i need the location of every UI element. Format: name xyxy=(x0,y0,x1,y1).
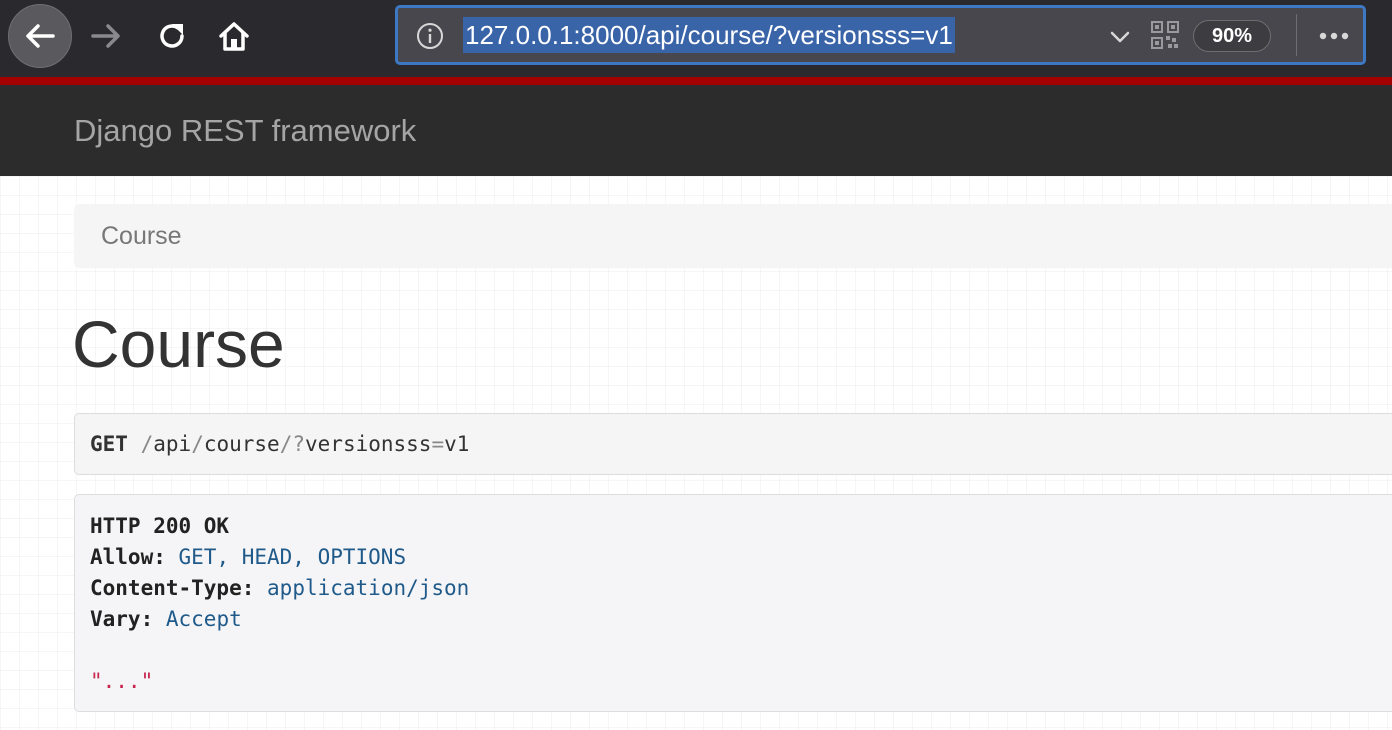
query-value: v1 xyxy=(444,432,470,456)
header-key: Content-Type: xyxy=(90,576,255,600)
header-value: application/json xyxy=(267,576,470,600)
response-info: HTTP 200 OK Allow: GET, HEAD, OPTIONS Co… xyxy=(74,494,1392,712)
more-icon[interactable] xyxy=(1316,23,1352,49)
url-text[interactable]: 127.0.0.1:8000/api/course/?versionsss=v1 xyxy=(463,17,955,53)
request-info: GET /api/course/?versionsss=v1 xyxy=(74,413,1392,475)
back-button[interactable] xyxy=(8,4,72,68)
header-key: Vary: xyxy=(90,607,154,631)
response-body: "..." xyxy=(90,669,154,693)
page-title: Course xyxy=(72,307,285,381)
browser-toolbar: 127.0.0.1:8000/api/course/?versionsss=v1… xyxy=(0,0,1392,74)
urlbar-divider xyxy=(1296,14,1297,56)
qr-code-icon[interactable] xyxy=(1150,20,1180,50)
response-header-row: Vary: Accept xyxy=(90,606,1392,637)
reload-icon xyxy=(160,24,184,48)
forward-arrow-icon xyxy=(91,24,120,48)
query-marker: ? xyxy=(292,432,306,456)
breadcrumb: Course xyxy=(74,204,1392,268)
reload-button[interactable] xyxy=(146,10,198,62)
path-segment-api[interactable]: api xyxy=(153,432,191,456)
query-key: versionsss xyxy=(305,432,432,456)
path-segment-course[interactable]: course xyxy=(204,432,280,456)
zoom-level-badge[interactable]: 90% xyxy=(1193,20,1271,52)
header-value: GET, HEAD, OPTIONS xyxy=(178,545,407,569)
home-icon xyxy=(219,22,249,51)
response-status: HTTP 200 OK xyxy=(90,514,230,538)
response-header-row: Allow: GET, HEAD, OPTIONS xyxy=(90,544,1392,575)
path-separator: / xyxy=(191,432,204,456)
forward-button[interactable] xyxy=(80,10,132,62)
header-accent-line xyxy=(0,74,1392,85)
back-arrow-icon xyxy=(26,24,55,48)
chevron-down-icon[interactable] xyxy=(1108,25,1132,49)
request-method: GET xyxy=(90,432,128,456)
navbar-brand-link[interactable]: Django REST framework xyxy=(74,113,416,149)
path-separator: / xyxy=(279,432,293,456)
query-equals: = xyxy=(431,432,445,456)
response-header-row: Content-Type: application/json xyxy=(90,575,1392,606)
header-key: Allow: xyxy=(90,545,166,569)
home-button[interactable] xyxy=(208,10,260,62)
navbar: Django REST framework xyxy=(0,85,1392,176)
info-icon[interactable] xyxy=(416,22,444,50)
url-bar[interactable]: 127.0.0.1:8000/api/course/?versionsss=v1… xyxy=(395,5,1366,65)
path-separator: / xyxy=(140,432,154,456)
breadcrumb-item-course[interactable]: Course xyxy=(101,222,182,251)
main-content: Course Course GET /api/course/?versionss… xyxy=(0,176,1392,730)
header-value: Accept xyxy=(165,607,242,631)
